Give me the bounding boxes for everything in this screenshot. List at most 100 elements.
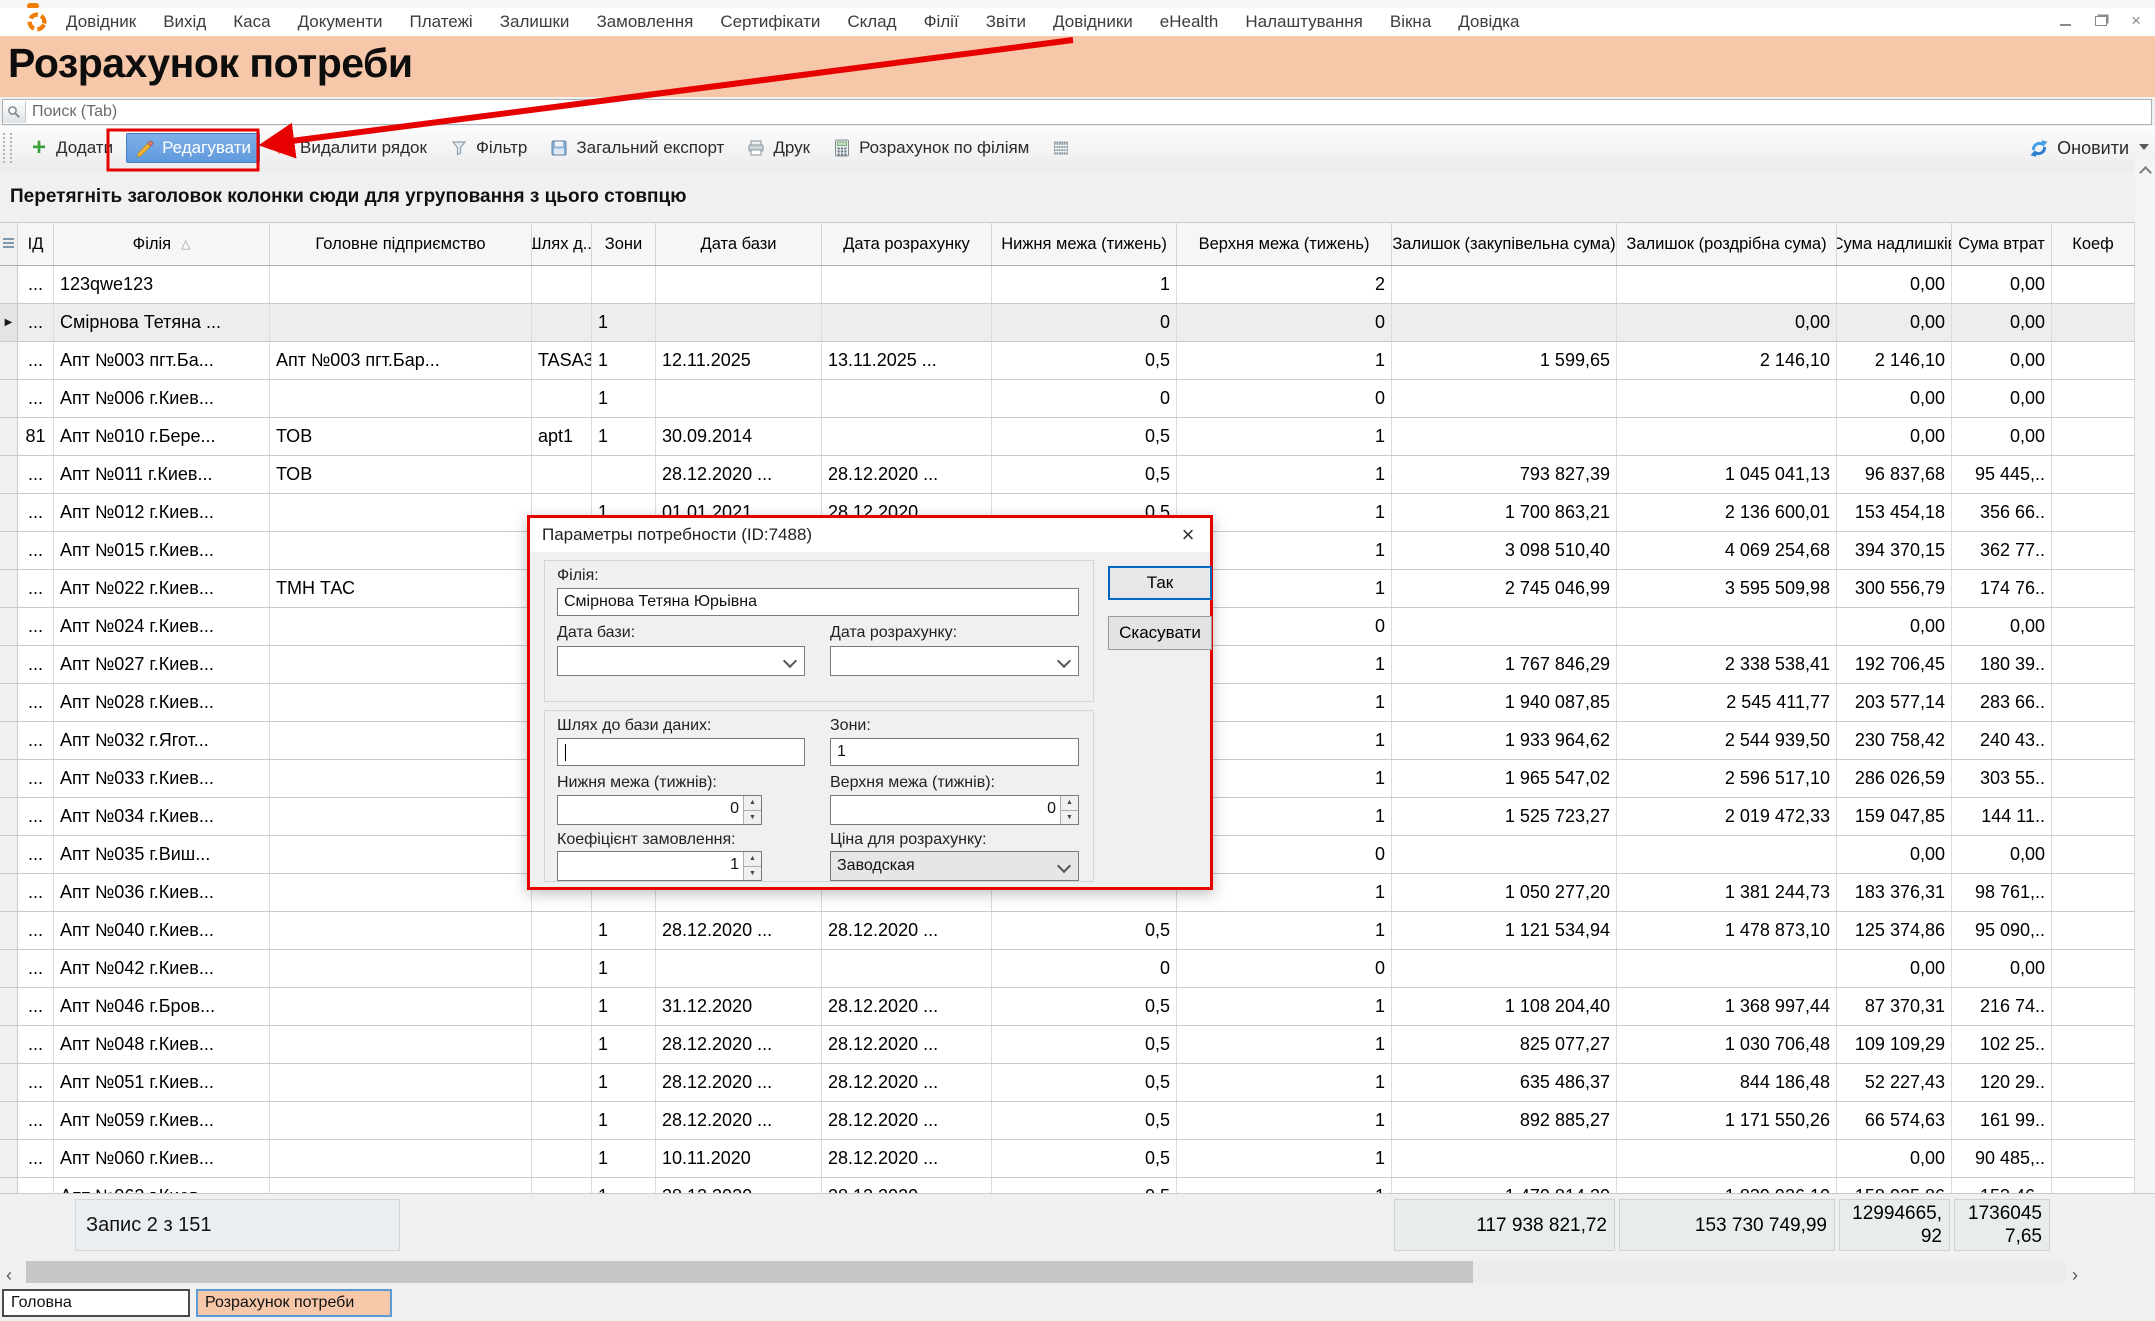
menu-item-7[interactable]: Сертифікати (720, 12, 820, 32)
table-cell[interactable] (656, 304, 822, 341)
table-cell[interactable]: 1 965 547,02 (1392, 760, 1617, 797)
table-cell[interactable]: 286 026,59 (1837, 760, 1952, 797)
scroll-up-icon[interactable] (2139, 166, 2152, 179)
table-cell[interactable]: 362 77.. (1952, 532, 2052, 569)
table-cell[interactable] (532, 1064, 592, 1101)
table-row[interactable]: ...Апт №051 г.Киев...128.12.2020 ...28.1… (0, 1064, 2135, 1102)
table-cell[interactable]: Апт №022 г.Киев... (54, 570, 270, 607)
table-cell[interactable]: 109 109,29 (1837, 1026, 1952, 1063)
table-cell[interactable]: 1 030 706,48 (1617, 1026, 1837, 1063)
table-row[interactable]: ▶...Смірнова Тетяна ...1000,000,000,00 (0, 304, 2135, 342)
table-cell[interactable]: 2 745 046,99 (1392, 570, 1617, 607)
table-cell[interactable]: 0,00 (1952, 836, 2052, 873)
table-cell[interactable] (532, 988, 592, 1025)
table-cell[interactable]: 1 (592, 380, 656, 417)
table-cell[interactable] (270, 646, 532, 683)
table-cell[interactable]: 283 66.. (1952, 684, 2052, 721)
spin-buttons[interactable]: ▲▼ (743, 852, 761, 880)
table-cell[interactable] (270, 950, 532, 987)
table-cell[interactable] (2052, 912, 2135, 949)
edit-button[interactable]: Редагувати (126, 133, 260, 163)
table-cell[interactable]: 0,5 (992, 418, 1177, 455)
column-header-6[interactable]: Дата бази (656, 223, 822, 265)
table-cell[interactable]: 87 370,31 (1837, 988, 1952, 1025)
table-cell[interactable] (532, 1178, 592, 1194)
table-cell[interactable]: Апт №027 г.Киев... (54, 646, 270, 683)
table-cell[interactable] (2052, 532, 2135, 569)
table-cell[interactable] (270, 532, 532, 569)
table-cell[interactable]: 2 338 538,41 (1617, 646, 1837, 683)
table-cell[interactable]: 180 39.. (1952, 646, 2052, 683)
table-cell[interactable]: 2 146,10 (1837, 342, 1952, 379)
table-cell[interactable]: 1 (592, 304, 656, 341)
table-cell[interactable]: ... (18, 570, 54, 607)
horizontal-scrollbar[interactable]: ‹ › (0, 1258, 2155, 1288)
table-cell[interactable]: 1 700 863,21 (1392, 494, 1617, 531)
table-cell[interactable] (2052, 1064, 2135, 1101)
table-cell[interactable]: 192 706,45 (1837, 646, 1952, 683)
table-cell[interactable] (1617, 380, 1837, 417)
table-cell[interactable]: 123qwe123 (54, 266, 270, 303)
table-cell[interactable] (1617, 418, 1837, 455)
table-cell[interactable]: Апт №035 г.Виш... (54, 836, 270, 873)
ok-button[interactable]: Так (1108, 566, 1212, 600)
table-cell[interactable] (2052, 1140, 2135, 1177)
table-row[interactable]: ...Апт №059 г.Киев...128.12.2020 ...28.1… (0, 1102, 2135, 1140)
table-cell[interactable] (592, 456, 656, 493)
table-cell[interactable]: ... (18, 342, 54, 379)
table-cell[interactable] (2052, 1102, 2135, 1139)
table-cell[interactable]: 1 (592, 1102, 656, 1139)
table-cell[interactable]: 0,00 (1952, 342, 2052, 379)
table-cell[interactable]: 0 (992, 950, 1177, 987)
table-cell[interactable]: 1 121 534,94 (1392, 912, 1617, 949)
table-cell[interactable]: 1 108 204,40 (1392, 988, 1617, 1025)
table-cell[interactable]: 28.12.2020 ... (656, 1026, 822, 1063)
table-cell[interactable] (1617, 608, 1837, 645)
filia-input[interactable]: Смірнова Тетяна Юрьівна (557, 588, 1079, 616)
table-cell[interactable]: 1 525 723,27 (1392, 798, 1617, 835)
column-header-11[interactable]: Залишок (роздрібна сума) (1617, 223, 1837, 265)
table-cell[interactable] (2052, 760, 2135, 797)
table-cell[interactable]: ... (18, 532, 54, 569)
menu-item-9[interactable]: Філії (924, 12, 959, 32)
table-cell[interactable]: 159 047,85 (1837, 798, 1952, 835)
table-row[interactable]: 81Апт №010 г.Бере...ТОВapt1130.09.20140,… (0, 418, 2135, 456)
table-cell[interactable]: Апт №003 пгт.Ба... (54, 342, 270, 379)
table-cell[interactable]: TASA3 (532, 342, 592, 379)
table-cell[interactable]: 31.12.2020 (656, 988, 822, 1025)
table-row[interactable]: ...Апт №048 г.Киев...128.12.2020 ...28.1… (0, 1026, 2135, 1064)
table-cell[interactable]: 1 (1177, 1140, 1392, 1177)
date-base-select[interactable] (557, 646, 805, 676)
table-cell[interactable]: 10.11.2020 (656, 1140, 822, 1177)
spin-down-icon[interactable]: ▼ (1061, 811, 1078, 825)
table-cell[interactable]: 120 29.. (1952, 1064, 2052, 1101)
table-cell[interactable]: Апт №006 г.Киев... (54, 380, 270, 417)
table-cell[interactable]: 0,5 (992, 342, 1177, 379)
table-cell[interactable]: 0,00 (1837, 1140, 1952, 1177)
table-cell[interactable]: ... (18, 1026, 54, 1063)
toolbar-overflow-icon[interactable] (2139, 144, 2149, 150)
table-cell[interactable]: ... (18, 684, 54, 721)
table-cell[interactable]: ТОВ (270, 418, 532, 455)
table-cell[interactable]: 1 050 277,20 (1392, 874, 1617, 911)
table-cell[interactable]: 1 (592, 1140, 656, 1177)
table-cell[interactable] (1392, 608, 1617, 645)
table-cell[interactable]: ... (18, 874, 54, 911)
table-cell[interactable] (2052, 418, 2135, 455)
table-cell[interactable]: 0 (1177, 304, 1392, 341)
table-cell[interactable]: 2 019 472,33 (1617, 798, 1837, 835)
table-cell[interactable]: 1 478 873,10 (1617, 912, 1837, 949)
table-cell[interactable]: 1 368 997,44 (1617, 988, 1837, 1025)
table-cell[interactable]: 303 55.. (1952, 760, 2052, 797)
table-cell[interactable] (2052, 684, 2135, 721)
table-cell[interactable]: ... (18, 266, 54, 303)
table-row[interactable]: ...Апт №062 г.Киев...128.12.2020 ...28.1… (0, 1178, 2135, 1194)
table-cell[interactable]: 183 376,31 (1837, 874, 1952, 911)
table-cell[interactable]: Апт №028 г.Киев... (54, 684, 270, 721)
table-cell[interactable] (1617, 1140, 1837, 1177)
table-cell[interactable]: 2 (1177, 266, 1392, 303)
table-cell[interactable]: 28.12.2020 ... (822, 1026, 992, 1063)
table-cell[interactable]: 1 (592, 342, 656, 379)
table-cell[interactable] (270, 1140, 532, 1177)
column-header-8[interactable]: Нижня межа (тижень) (992, 223, 1177, 265)
